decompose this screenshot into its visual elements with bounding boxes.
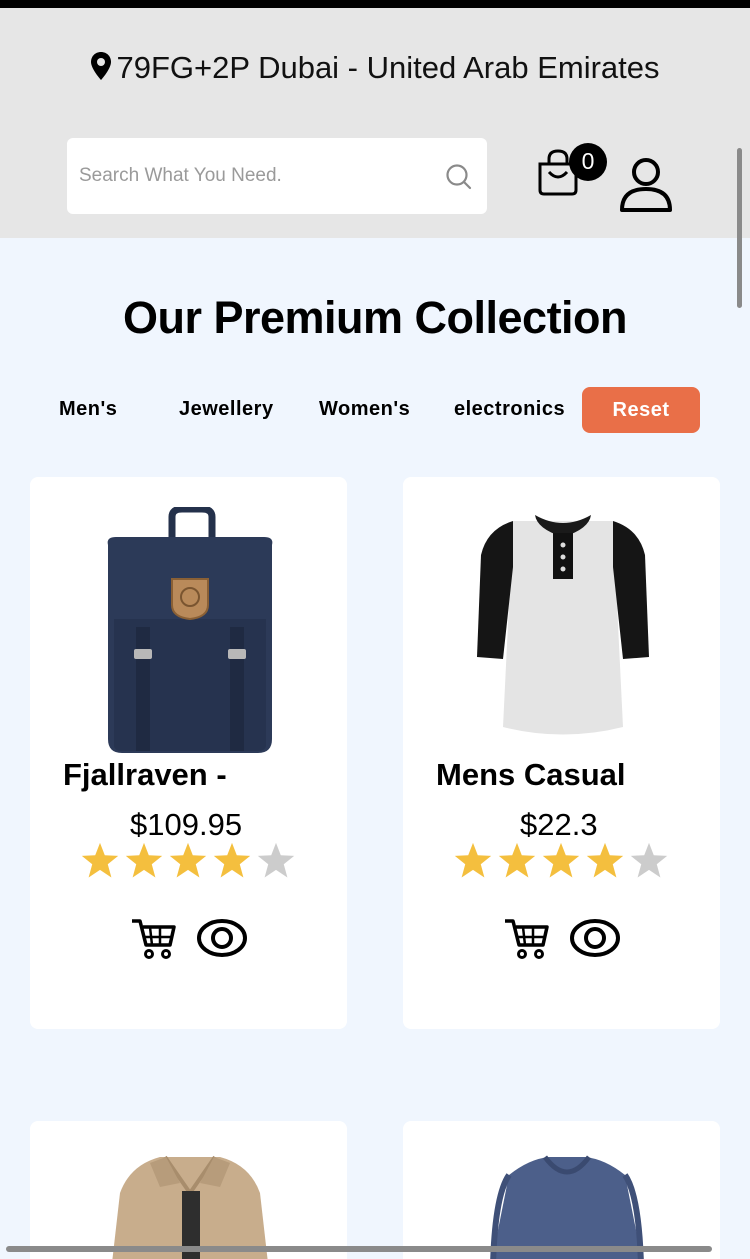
section-title: Our Premium Collection — [122, 292, 628, 343]
star-icon — [542, 842, 580, 878]
category-filters: Men's Jewellery Women's electronics Rese… — [0, 386, 750, 434]
product-card[interactable] — [30, 1121, 347, 1259]
product-card[interactable] — [403, 1121, 720, 1259]
star-icon — [630, 842, 668, 878]
vertical-scrollbar[interactable] — [737, 148, 742, 308]
star-icon — [586, 842, 624, 878]
star-icon — [169, 842, 207, 878]
rating-stars — [453, 842, 669, 880]
star-icon — [125, 842, 163, 878]
product-actions — [130, 917, 248, 959]
backpack-image — [107, 507, 273, 753]
star-icon — [81, 842, 119, 878]
sweater-image — [490, 1155, 644, 1259]
location-bar[interactable]: 79FG+2P Dubai - United Arab Emirates — [0, 50, 750, 86]
star-icon — [257, 842, 295, 878]
tshirt-image — [477, 515, 649, 735]
star-icon — [498, 842, 536, 878]
search-icon[interactable] — [445, 163, 473, 191]
product-name[interactable]: Mens Casual — [436, 757, 626, 793]
rating-stars — [80, 842, 296, 880]
filter-jewellery[interactable]: Jewellery — [179, 398, 274, 421]
header: 79FG+2P Dubai - United Arab Emirates 0 — [0, 8, 750, 238]
cart-icon[interactable] — [503, 917, 549, 959]
eye-icon[interactable] — [196, 917, 248, 959]
jacket-image — [112, 1155, 268, 1259]
product-card[interactable]: Mens Casual $22.3 — [403, 477, 720, 1029]
reset-button[interactable]: Reset — [582, 387, 700, 433]
search-input[interactable] — [79, 156, 439, 196]
star-icon — [454, 842, 492, 878]
status-bar — [0, 0, 750, 8]
eye-icon[interactable] — [569, 917, 621, 959]
product-price: $22.3 — [520, 807, 598, 842]
star-icon — [213, 842, 251, 878]
filter-mens[interactable]: Men's — [59, 398, 117, 421]
search-box — [67, 138, 487, 214]
location-text: 79FG+2P Dubai - United Arab Emirates — [116, 50, 660, 85]
filter-womens[interactable]: Women's — [319, 398, 410, 421]
product-actions — [503, 917, 621, 959]
user-icon[interactable] — [618, 156, 674, 214]
filter-electronics[interactable]: electronics — [454, 398, 564, 421]
product-price: $109.95 — [130, 807, 243, 842]
product-name[interactable]: Fjallraven - — [63, 757, 227, 793]
cart-icon[interactable] — [130, 917, 176, 959]
horizontal-scrollbar[interactable] — [6, 1246, 712, 1252]
cart-count-badge: 0 — [569, 143, 607, 181]
product-card[interactable]: Fjallraven - $109.95 — [30, 477, 347, 1029]
location-pin-icon — [91, 52, 112, 80]
